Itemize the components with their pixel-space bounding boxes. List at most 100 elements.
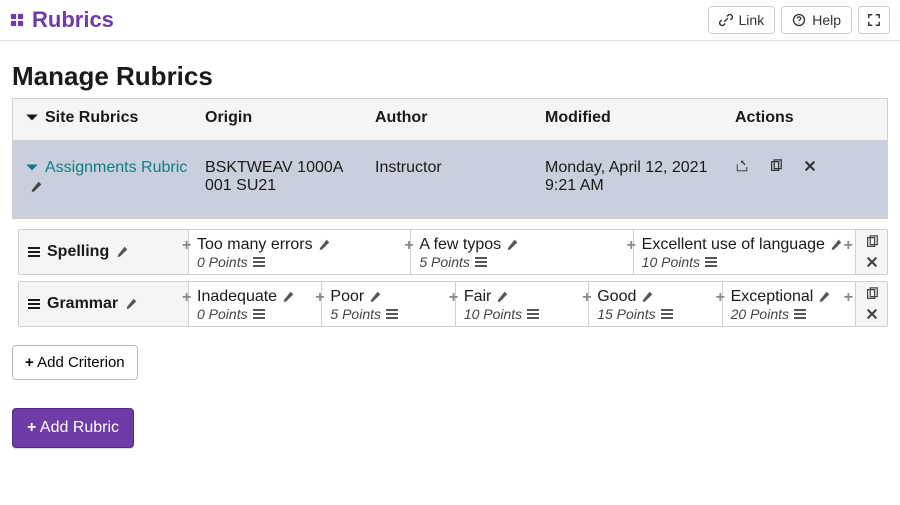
drag-handle-icon[interactable] — [252, 307, 266, 321]
pencil-icon[interactable] — [817, 290, 831, 304]
level-cell: + A few typos 5 Points — [411, 230, 633, 274]
level-cell: +Fair 10 Points — [456, 282, 589, 326]
copy-icon[interactable] — [769, 159, 783, 173]
drag-handle-icon[interactable] — [385, 307, 399, 321]
copy-icon[interactable] — [865, 235, 879, 249]
criterion-row: Grammar + Inadequate 0 Points +Poor 5 Point… — [18, 281, 888, 327]
drag-handle-icon[interactable] — [27, 297, 41, 311]
pencil-icon[interactable] — [505, 238, 519, 252]
pencil-icon[interactable] — [115, 245, 129, 259]
rubric-origin: BSKTWEAV 1000A 001 SU21 — [201, 159, 371, 195]
col-author: Author — [371, 109, 541, 127]
rubric-modified: Monday, April 12, 2021 9:21 AM — [541, 159, 731, 195]
link-button-label: Link — [739, 12, 765, 28]
add-level-before[interactable]: + — [182, 238, 191, 254]
page-title: Manage Rubrics — [12, 61, 888, 92]
help-icon — [792, 13, 806, 27]
site-rubrics-toggle[interactable]: Site Rubrics — [25, 109, 138, 127]
level-title: Good — [597, 288, 636, 306]
pencil-icon[interactable] — [495, 290, 509, 304]
criteria-list: Spelling + Too many errors 0 Points + A few … — [18, 219, 888, 333]
criterion-name: Grammar — [47, 295, 118, 313]
link-icon — [719, 13, 733, 27]
drag-handle-icon[interactable] — [526, 307, 540, 321]
rubric-name-link[interactable]: Assignments Rubric — [25, 159, 187, 177]
add-level-before[interactable]: + — [182, 290, 191, 306]
rubric-author: Instructor — [371, 159, 541, 177]
drag-handle-icon[interactable] — [704, 255, 718, 269]
link-button[interactable]: Link — [708, 6, 776, 34]
pencil-icon[interactable] — [124, 297, 138, 311]
criterion-name: Spelling — [47, 243, 109, 261]
share-icon[interactable] — [735, 159, 749, 173]
app-title: Rubrics — [32, 7, 114, 33]
criterion-actions — [855, 282, 887, 326]
add-level-before[interactable]: + — [315, 290, 324, 306]
level-title: Exceptional — [731, 288, 814, 306]
drag-handle-icon[interactable] — [474, 255, 488, 269]
criterion-name-cell: Spelling — [19, 230, 189, 274]
level-points: 5 Points — [330, 306, 381, 322]
col-actions: Actions — [731, 109, 879, 127]
add-level-before[interactable]: + — [716, 290, 725, 306]
level-points: 5 Points — [419, 254, 470, 270]
pencil-icon[interactable] — [368, 290, 382, 304]
add-rubric-button[interactable]: + Add Rubric — [12, 408, 134, 448]
level-points: 20 Points — [731, 306, 789, 322]
level-cell: + Good 15 Points — [589, 282, 722, 326]
criterion-name-cell: Grammar — [19, 282, 189, 326]
chevron-down-icon — [25, 111, 39, 125]
help-button[interactable]: Help — [781, 6, 852, 34]
add-criterion-button[interactable]: + Add Criterion — [12, 345, 138, 380]
pencil-icon[interactable] — [29, 180, 43, 194]
level-points: 0 Points — [197, 254, 248, 270]
level-title: Fair — [464, 288, 492, 306]
fullscreen-button[interactable] — [858, 6, 890, 34]
criterion-row: Spelling + Too many errors 0 Points + A few … — [18, 229, 888, 275]
criterion-levels: + Too many errors 0 Points + A few typos 5 … — [189, 230, 855, 274]
level-points: 0 Points — [197, 306, 248, 322]
drag-handle-icon[interactable] — [252, 255, 266, 269]
level-title: Excellent use of language — [642, 236, 825, 254]
delete-icon[interactable] — [803, 159, 817, 173]
delete-icon[interactable] — [865, 255, 879, 269]
level-cell: +Exceptional 20 Points+ — [723, 282, 855, 326]
help-button-label: Help — [812, 12, 841, 28]
level-title: Too many errors — [197, 236, 313, 254]
drag-handle-icon[interactable] — [27, 245, 41, 259]
add-level-before[interactable]: + — [404, 238, 413, 254]
col-origin: Origin — [201, 109, 371, 127]
delete-icon[interactable] — [865, 307, 879, 321]
add-criterion-label: Add Criterion — [37, 354, 125, 371]
chevron-down-icon — [25, 161, 39, 175]
rubrics-app-icon — [10, 13, 24, 27]
level-title: A few typos — [419, 236, 501, 254]
add-level-after[interactable]: + — [844, 290, 853, 306]
level-title: Inadequate — [197, 288, 277, 306]
level-cell: + Inadequate 0 Points — [189, 282, 322, 326]
rubric-list-header: Site Rubrics Origin Author Modified Acti… — [13, 99, 887, 141]
level-cell: +Excellent use of language 10 Points+ — [634, 230, 855, 274]
drag-handle-icon[interactable] — [660, 307, 674, 321]
level-points: 15 Points — [597, 306, 655, 322]
add-level-before[interactable]: + — [627, 238, 636, 254]
expand-icon — [867, 13, 881, 27]
level-points: 10 Points — [642, 254, 700, 270]
pencil-icon[interactable] — [829, 238, 843, 252]
level-cell: +Poor 5 Points — [322, 282, 455, 326]
add-rubric-label: Add Rubric — [40, 419, 119, 436]
rubric-name: Assignments Rubric — [45, 159, 187, 177]
rubric-list: Site Rubrics Origin Author Modified Acti… — [12, 98, 888, 219]
pencil-icon[interactable] — [317, 238, 331, 252]
add-level-before[interactable]: + — [449, 290, 458, 306]
copy-icon[interactable] — [865, 287, 879, 301]
add-level-before[interactable]: + — [582, 290, 591, 306]
pencil-icon[interactable] — [640, 290, 654, 304]
level-cell: + Too many errors 0 Points — [189, 230, 411, 274]
criterion-levels: +Inadequate 0 Points+Poor 5 Points+Fair … — [189, 282, 855, 326]
add-level-after[interactable]: + — [844, 238, 853, 254]
col-site-rubrics: Site Rubrics — [45, 109, 138, 127]
drag-handle-icon[interactable] — [793, 307, 807, 321]
rubric-row: Assignments Rubric BSKTWEAV 1000A 001 SU… — [13, 141, 887, 218]
pencil-icon[interactable] — [281, 290, 295, 304]
